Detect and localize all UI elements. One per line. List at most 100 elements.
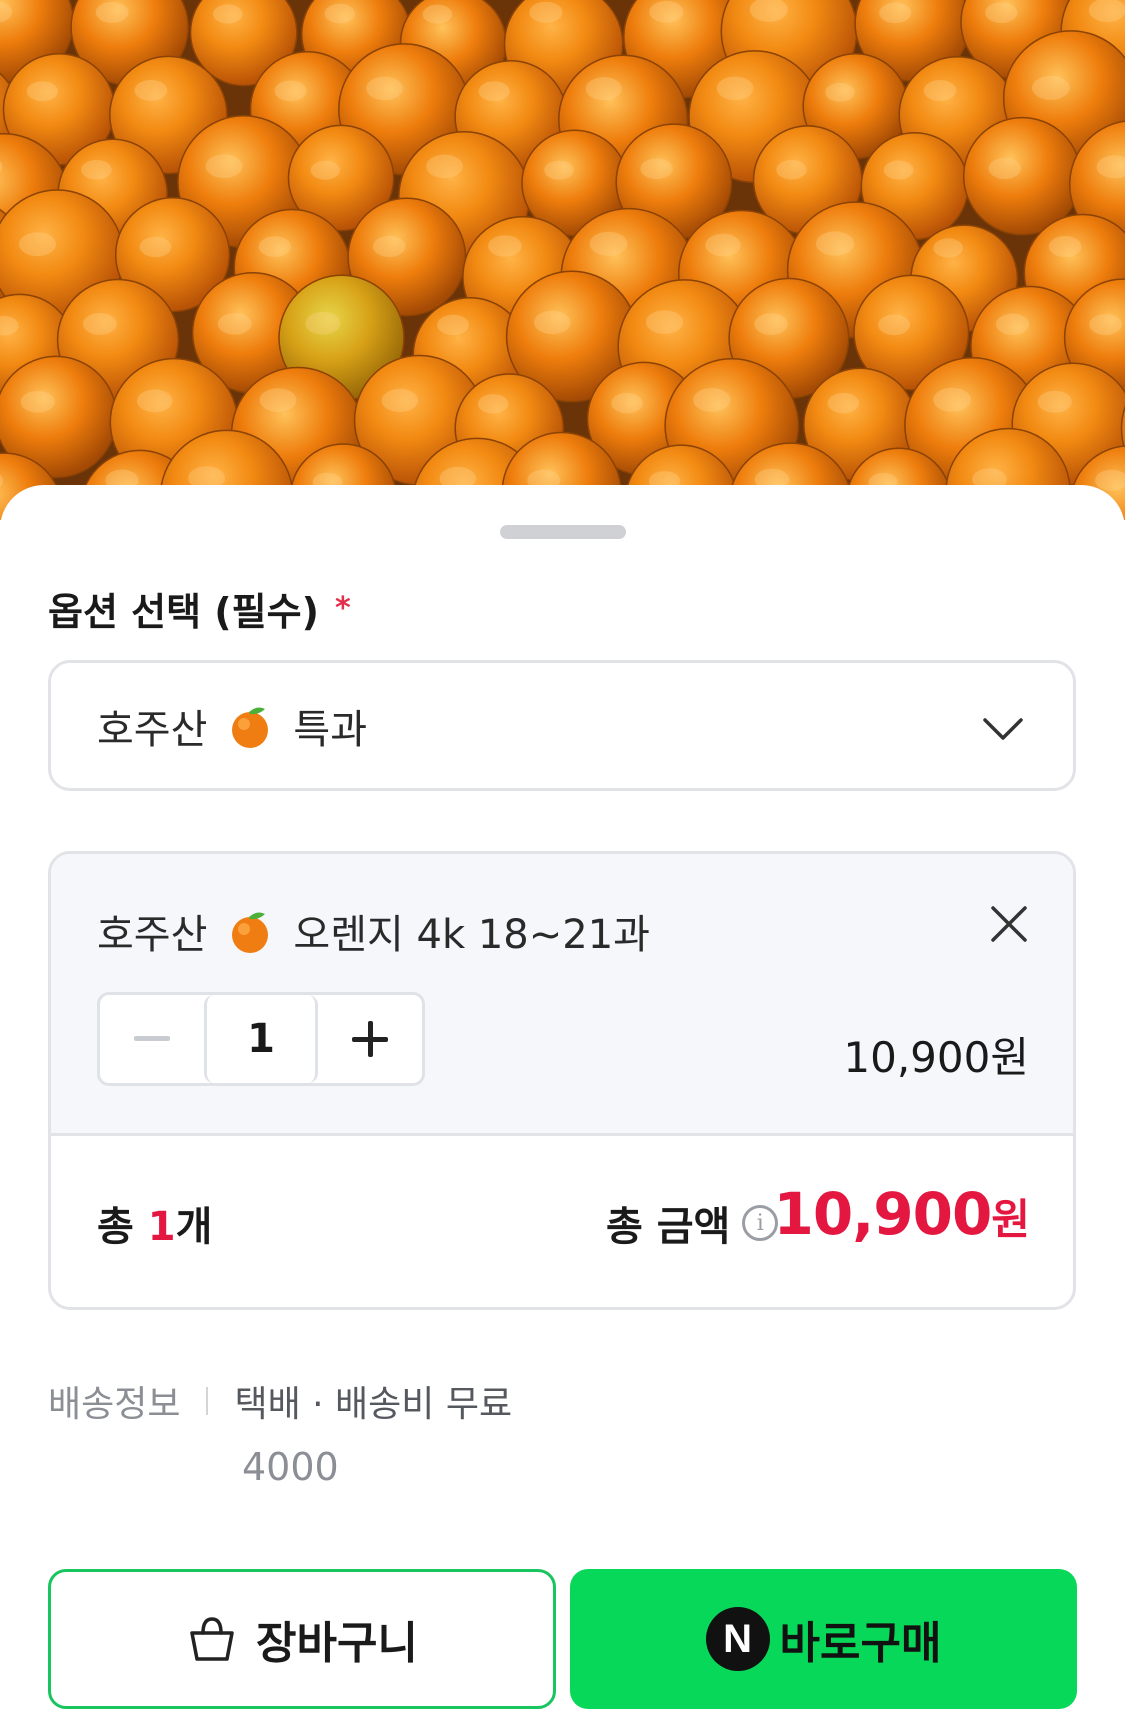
option-title-text: 옵션 선택 (필수) [48, 590, 319, 634]
buy-now-label: 바로구매 [779, 1618, 942, 1669]
orange-highlight [19, 232, 56, 257]
orange-highlight [366, 76, 403, 101]
orange-highlight [589, 231, 628, 256]
orange-highlight [488, 235, 522, 257]
orange-highlight [640, 158, 673, 180]
orange-highlight [611, 392, 643, 414]
orange-highlight [878, 314, 911, 336]
total-price-unit: 원 [991, 1195, 1030, 1244]
orange-highlight [258, 236, 291, 257]
delivery-info: 배송정보 택배 · 배송비 무료 [48, 1375, 512, 1427]
delivery-fee: 4000 [242, 1445, 339, 1489]
orange-highlight [988, 157, 1022, 179]
total-count-value: 1 [147, 1204, 176, 1250]
delivery-label: 배송정보 [48, 1384, 181, 1425]
orange-highlight [310, 160, 340, 180]
orange-highlight [81, 159, 112, 180]
option-section-title: 옵션 선택 (필수) * [48, 581, 351, 636]
orange-highlight [20, 390, 55, 413]
orange-highlight [422, 4, 453, 24]
naver-pay-logo: N [705, 1607, 770, 1671]
orange-highlight [95, 1, 129, 23]
orange-highlight [825, 82, 855, 102]
selected-item-name: 호주산 오렌지 4k 18~21과 [97, 902, 650, 960]
orange-highlight [585, 77, 622, 101]
orange-highlight [827, 392, 860, 414]
orange-highlight [933, 238, 964, 258]
total-row: 총 1개 총 금액 i 10,900원 [51, 1136, 1073, 1307]
orange-highlight [1048, 236, 1082, 257]
orange-highlight [212, 4, 243, 24]
orange-highlight [426, 154, 463, 179]
plus-icon [352, 1021, 388, 1057]
orange-highlight [705, 233, 741, 257]
orange-highlight [933, 387, 971, 412]
orange-highlight [478, 81, 510, 102]
option-select-prefix: 호주산 [97, 706, 208, 753]
orange-highlight [205, 154, 243, 179]
orange-highlight [274, 80, 307, 102]
orange-highlight [716, 76, 754, 101]
orange-highlight [134, 79, 168, 101]
chevron-down-icon [983, 718, 1023, 740]
quantity-stepper: 1 [97, 992, 425, 1086]
buy-now-button[interactable]: N 바로구매 [570, 1569, 1077, 1709]
item-name-prefix: 호주산 [97, 912, 208, 958]
orange-highlight [83, 313, 117, 335]
orange-highlight [139, 236, 172, 258]
total-count-prefix: 총 [97, 1204, 148, 1250]
orange-highlight [381, 388, 419, 413]
orange-highlight [259, 388, 297, 412]
delivery-divider [206, 1387, 209, 1415]
orange-highlight [1032, 75, 1070, 100]
shopping-bag-icon [190, 1617, 234, 1661]
selected-item-row: 호주산 오렌지 4k 18~21과 1 10,900원 [51, 854, 1073, 1136]
option-select-dropdown[interactable]: 호주산 특과 [48, 660, 1076, 791]
orange-highlight [26, 81, 58, 102]
orange-highlight [372, 235, 406, 257]
option-bottom-sheet: 옵션 선택 (필수) * 호주산 특과 호주산 오렌지 4k 18~21과 1 … [0, 485, 1125, 1723]
orange-highlight [477, 394, 509, 414]
orange-highlight [324, 3, 356, 24]
orange-highlight [693, 388, 731, 412]
increase-quantity-button[interactable] [318, 995, 422, 1083]
orange-highlight [816, 231, 854, 256]
orange-highlight [646, 310, 684, 334]
orange-emoji-icon [227, 703, 273, 749]
quantity-value[interactable]: 1 [204, 995, 318, 1083]
close-icon[interactable] [989, 904, 1029, 944]
orange-highlight [534, 310, 571, 335]
delivery-method: 택배 · 배송비 무료 [234, 1384, 513, 1425]
total-amount-label: 총 금액 i [606, 1194, 779, 1252]
total-count: 총 1개 [97, 1194, 212, 1252]
orange-highlight [985, 2, 1018, 24]
orange-highlight [305, 311, 341, 335]
total-price-value: 10,900 [773, 1180, 993, 1248]
product-photo [0, 0, 1125, 520]
orange-highlight [649, 0, 684, 23]
add-to-cart-button[interactable]: 장바구니 [48, 1569, 556, 1709]
orange-highlight [544, 160, 574, 180]
total-amount-label-text: 총 금액 [606, 1204, 731, 1250]
orange-highlight [1037, 390, 1072, 413]
oranges-image [0, 0, 1125, 520]
total-price: 10,900원 [773, 1180, 1030, 1248]
orange-highlight [1089, 314, 1122, 335]
orange-emoji-icon [227, 908, 273, 954]
orange-highlight [754, 313, 788, 335]
orange-highlight [776, 159, 807, 180]
orange-highlight [879, 2, 912, 24]
item-name-suffix: 오렌지 4k 18~21과 [293, 912, 650, 958]
required-mark: * [334, 591, 351, 626]
decrease-quantity-button[interactable] [100, 995, 204, 1083]
minus-icon [134, 1036, 170, 1041]
orange-highlight [137, 389, 173, 413]
orange-highlight [437, 314, 469, 336]
add-to-cart-label: 장바구니 [256, 1618, 418, 1669]
option-select-suffix: 특과 [293, 706, 368, 753]
selected-option-card: 호주산 오렌지 4k 18~21과 1 10,900원 총 1개 총 금액 i … [48, 851, 1076, 1310]
orange-highlight [995, 313, 1030, 335]
sheet-drag-handle[interactable] [500, 525, 626, 539]
orange-highlight [217, 313, 252, 335]
orange-highlight [923, 80, 957, 101]
